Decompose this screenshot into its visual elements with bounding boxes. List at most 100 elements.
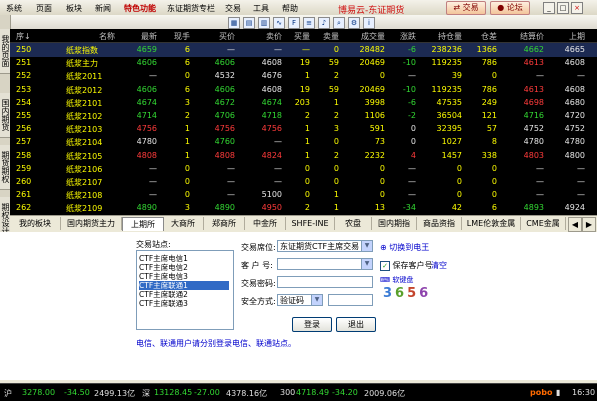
soft-keyboard-button[interactable]: ⌨ 软键盘 — [380, 275, 413, 285]
row-settle: — — [536, 163, 544, 173]
venue-select[interactable]: 东证期货CTF主席交易 ▼ — [277, 240, 373, 252]
switch-link[interactable]: ⊕ 切换到电王 — [380, 242, 429, 253]
clear-link[interactable]: 清空 — [431, 260, 447, 271]
chart-view-icon[interactable]: ▤ — [243, 17, 255, 29]
captcha-char: 3 — [383, 286, 396, 301]
settings-icon[interactable]: ⚙ — [348, 17, 360, 29]
save-account-checkbox[interactable]: ✓ 保存客户号 — [380, 260, 433, 271]
station-item[interactable]: CTF主席联通2 — [139, 290, 229, 299]
chevron-down-icon[interactable]: ▼ — [361, 259, 372, 269]
security-select[interactable]: 验证码 ▼ — [277, 294, 323, 306]
table-row[interactable]: 253 纸浆2012 4606 6 4606 4608 19 59 20469 -10 119235… — [10, 83, 597, 97]
tab-shfe[interactable]: 上期所 — [122, 217, 164, 231]
col-seq[interactable]: 序↓ — [16, 31, 31, 42]
f10-icon[interactable]: F — [288, 17, 300, 29]
tab-index-futures[interactable]: 国内期指 — [372, 217, 417, 230]
alarm-icon[interactable]: ♪ — [318, 17, 330, 29]
col-settle[interactable]: 结算价 — [520, 31, 544, 42]
table-row[interactable]: 261 纸浆2108 — 0 — 5100 0 1 0 — 0 0 — — — [10, 188, 597, 202]
tab-scroll-right-icon[interactable]: ▶ — [582, 217, 596, 232]
station-item-selected[interactable]: CTF主席联通1 — [139, 281, 229, 290]
chevron-down-icon[interactable]: ▼ — [311, 295, 322, 305]
col-bid[interactable]: 买价 — [219, 31, 235, 42]
row-last: 4714 — [136, 111, 157, 120]
tab-domestic-main[interactable]: 国内期货主力 — [61, 217, 122, 230]
menu-tools[interactable]: 工具 — [253, 3, 269, 14]
col-prev[interactable]: 上期 — [569, 31, 585, 42]
station-item[interactable]: CTF主席电信3 — [139, 272, 229, 281]
col-vol[interactable]: 成交量 — [361, 31, 385, 42]
col-bidv[interactable]: 买量 — [294, 31, 310, 42]
table-row[interactable]: 257 纸浆2104 4780 1 4760 — 1 0 73 0 1027 8 4780 4780 — [10, 135, 597, 149]
maximize-icon[interactable]: □ — [557, 2, 569, 14]
tab-agri[interactable]: 农盘 — [335, 217, 372, 230]
tab-czce[interactable]: 郑商所 — [204, 217, 245, 230]
col-chg[interactable]: 涨跌 — [400, 31, 416, 42]
table-row[interactable]: 259 纸浆2106 — 0 — — 0 0 0 — 0 0 — — — [10, 162, 597, 176]
sidebar-tab-my-page[interactable]: 我的页面 — [0, 29, 10, 74]
password-field[interactable] — [277, 276, 373, 288]
tab-cme[interactable]: CME金属 — [521, 217, 566, 230]
row-bidv: 1 — [304, 71, 310, 81]
table-row[interactable]: 255 纸浆2102 4714 2 4706 4718 2 2 1106 -2 36504 121 47… — [10, 109, 597, 123]
tab-shfe-ine[interactable]: SHFE-INE — [286, 217, 335, 230]
table-row[interactable]: 254 纸浆2101 4674 3 4672 4674 203 1 3998 -6 47535 249… — [10, 96, 597, 110]
table-row[interactable]: 260 纸浆2107 — 0 — — 0 0 0 — 0 0 — — — [10, 175, 597, 189]
row-askv: 59 — [328, 58, 339, 68]
report-icon[interactable]: ≡ — [303, 17, 315, 29]
tab-dce[interactable]: 大商所 — [163, 217, 204, 230]
close-icon[interactable]: × — [571, 2, 583, 14]
tab-my-sector[interactable]: 我的板块 — [10, 217, 61, 230]
sidebar-tab-options[interactable]: 期货期权 — [0, 145, 10, 190]
menu-news[interactable]: 新闻 — [95, 3, 111, 14]
tab-lme[interactable]: LME伦敦金属 — [462, 217, 521, 230]
captcha-image[interactable]: 3656 — [383, 286, 429, 302]
station-item[interactable]: CTF主席电信2 — [139, 263, 229, 272]
kline-icon[interactable]: ▥ — [258, 17, 270, 29]
table-row[interactable]: 250 纸浆指数 4659 6 — — — 0 28482 -6 238236 1366 4662 466… — [10, 43, 597, 57]
col-askv[interactable]: 卖量 — [323, 31, 339, 42]
row-bidv: 0 — [304, 190, 310, 200]
row-oid: 57 — [486, 124, 497, 134]
minimize-icon[interactable]: _ — [543, 2, 555, 14]
menu-help[interactable]: 帮助 — [282, 3, 298, 14]
col-oi[interactable]: 持仓量 — [438, 31, 462, 42]
station-list[interactable]: CTF主席电信1 CTF主席电信2 CTF主席电信3 CTF主席联通1 CTF主… — [136, 250, 234, 330]
table-row[interactable]: 252 纸浆2011 — 0 4532 4676 1 2 0 — 39 0 — — — [10, 69, 597, 83]
grid-view-icon[interactable]: ▦ — [228, 17, 240, 29]
tab-scroll-left-icon[interactable]: ◀ — [568, 217, 582, 232]
menu-trade[interactable]: 交易 — [225, 3, 241, 14]
row-bid: 4808 — [214, 150, 235, 160]
col-last[interactable]: 最新 — [141, 31, 157, 42]
menu-page[interactable]: 页面 — [36, 3, 52, 14]
chevron-down-icon[interactable]: ▼ — [361, 241, 372, 251]
trade-button[interactable]: ⇄ 交易 — [446, 1, 486, 15]
station-item[interactable]: CTF主席电信1 — [139, 254, 229, 263]
table-row[interactable]: 256 纸浆2103 4756 1 4756 4756 1 3 591 0 32395 57 4752 4… — [10, 122, 597, 136]
col-ask[interactable]: 卖价 — [266, 31, 282, 42]
login-button[interactable]: 登录 — [292, 317, 332, 332]
captcha-field[interactable] — [328, 294, 373, 306]
table-row[interactable]: 262 纸浆2109 4890 3 4890 4950 2 1 13 -34 42 6 4893 4924 — [10, 201, 597, 215]
col-hand[interactable]: 现手 — [174, 31, 190, 42]
forum-button[interactable]: ● 论坛 — [490, 1, 530, 15]
info-icon[interactable]: i — [363, 17, 375, 29]
account-field[interactable]: ▼ — [277, 258, 373, 270]
col-oid[interactable]: 仓差 — [481, 31, 497, 42]
row-bidv: — — [302, 45, 310, 54]
tab-commodity-index[interactable]: 商品资指 — [417, 217, 462, 230]
station-item[interactable]: CTF主席联通3 — [139, 299, 229, 308]
menu-features[interactable]: 特色功能 — [124, 3, 156, 14]
col-name[interactable]: 名称 — [99, 31, 115, 42]
exit-button[interactable]: 退出 — [336, 317, 376, 332]
row-bidv: 19 — [299, 58, 310, 68]
menu-column[interactable]: 东证期货专栏 — [167, 3, 215, 14]
menu-system[interactable]: 系统 — [6, 3, 22, 14]
search-icon[interactable]: ⌕ — [333, 17, 345, 29]
sidebar-tab-domestic[interactable]: 国内期货 — [0, 93, 10, 138]
tab-cffex[interactable]: 中金所 — [245, 217, 286, 230]
minute-chart-icon[interactable]: ∿ — [273, 17, 285, 29]
table-row[interactable]: 258 纸浆2105 4808 1 4808 4824 1 2 2232 4 1457 338 4803… — [10, 149, 597, 163]
table-row[interactable]: 251 纸浆主力 4606 6 4606 4608 19 59 20469 -10 119235 78… — [10, 56, 597, 70]
menu-sector[interactable]: 板块 — [66, 3, 82, 14]
